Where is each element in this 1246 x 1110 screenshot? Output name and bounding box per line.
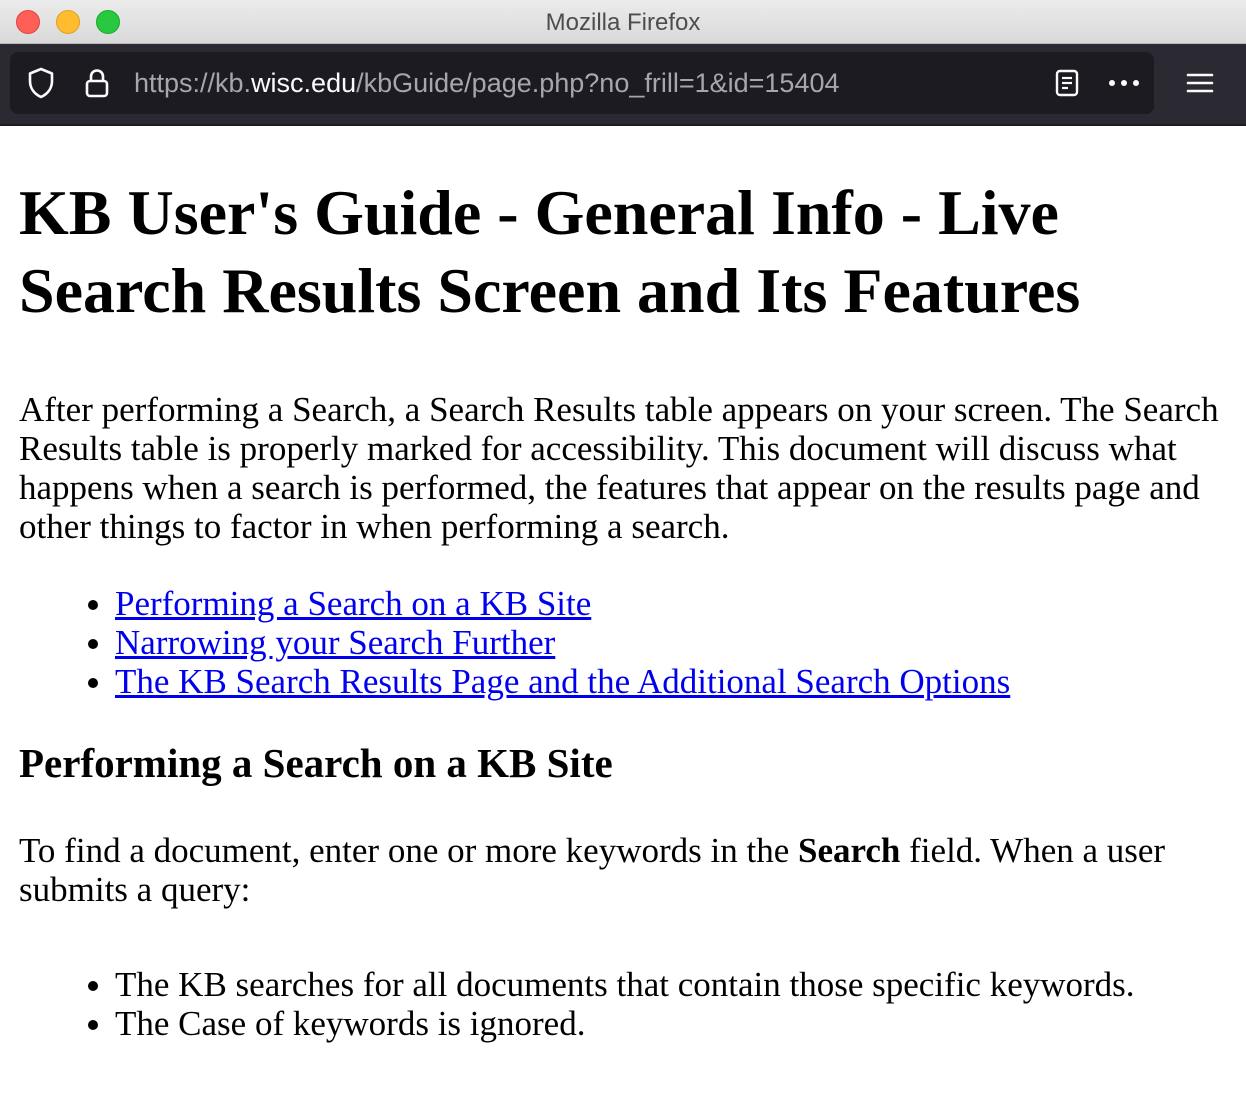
url-text[interactable]: https://kb.wisc.edu/kbGuide/page.php?no_… [134,52,840,114]
list-item: The Case of keywords is ignored. [115,1004,1227,1043]
query-behavior-list: The KB searches for all documents that c… [19,965,1227,1043]
shield-icon[interactable] [24,52,58,114]
browser-toolbar: https://kb.wisc.edu/kbGuide/page.php?no_… [0,44,1246,126]
toc-link-narrowing-search[interactable]: Narrowing your Search Further [115,623,555,662]
search-keyword-bold: Search [798,831,901,870]
lock-icon[interactable] [80,52,114,114]
browser-window: Mozilla Firefox https://kb.wisc.edu/kbGu… [0,0,1246,1110]
section-heading: Performing a Search on a KB Site [19,740,613,786]
list-item: The KB searches for all documents that c… [115,965,1227,1004]
toc-link-search-results-page[interactable]: The KB Search Results Page and the Addit… [115,662,1010,701]
paragraph-text-start: To find a document, enter one or more ke… [19,831,798,870]
url-prefix: https://kb. [134,68,252,98]
toc-item: Narrowing your Search Further [115,623,1227,662]
address-bar[interactable]: https://kb.wisc.edu/kbGuide/page.php?no_… [10,52,1154,114]
window-title: Mozilla Firefox [545,9,701,36]
intro-paragraph: After performing a Search, a Search Resu… [19,390,1219,546]
page-content: KB User's Guide - General Info - Live Se… [0,126,1246,1110]
toc-link-performing-search[interactable]: Performing a Search on a KB Site [115,584,591,623]
url-path: /kbGuide/page.php?no_frill=1&id=15404 [356,68,840,98]
table-of-contents: Performing a Search on a KB Site Narrowi… [19,584,1227,701]
toc-item: The KB Search Results Page and the Addit… [115,662,1227,701]
url-domain: wisc.edu [251,68,357,98]
hamburger-menu-icon[interactable] [1176,52,1224,114]
title-bar: Mozilla Firefox [0,0,1246,44]
reader-view-icon[interactable] [1050,52,1084,114]
page-title: KB User's Guide - General Info - Live Se… [19,177,1081,326]
section-paragraph: To find a document, enter one or more ke… [19,831,1227,909]
toc-item: Performing a Search on a KB Site [115,584,1227,623]
page-actions-more-icon[interactable] [1104,52,1144,114]
